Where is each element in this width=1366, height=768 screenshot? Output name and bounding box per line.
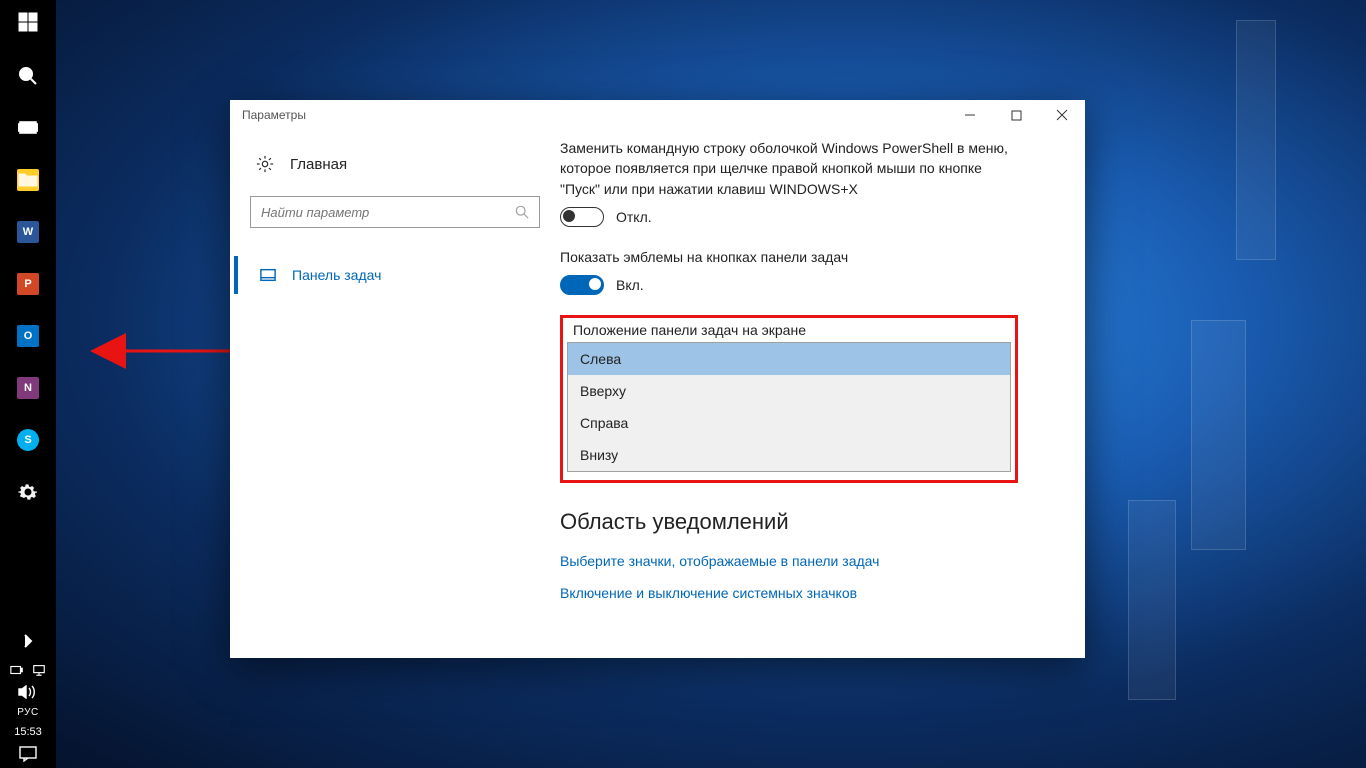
- nav-taskbar[interactable]: Панель задач: [234, 256, 540, 294]
- maximize-button[interactable]: [993, 100, 1039, 130]
- position-option-right[interactable]: Справа: [568, 407, 1010, 439]
- outlook-button[interactable]: O: [0, 316, 56, 356]
- notification-area-heading: Область уведомлений: [560, 509, 1053, 535]
- task-view-icon: [18, 118, 38, 138]
- highlight-box: Положение панели задач на экране Слева В…: [560, 315, 1018, 483]
- folder-icon: [17, 169, 39, 191]
- home-label: Главная: [290, 156, 347, 173]
- setting-badges-label: Показать эмблемы на кнопках панели задач: [560, 247, 1020, 267]
- close-icon: [1056, 109, 1068, 121]
- task-view-button[interactable]: [0, 108, 56, 148]
- settings-content: Заменить командную строку оболочкой Wind…: [560, 130, 1085, 658]
- toggle-powershell[interactable]: [560, 207, 604, 227]
- system-tray: РУС 15:53: [0, 655, 56, 768]
- skype-button[interactable]: S: [0, 420, 56, 460]
- word-button[interactable]: W: [0, 212, 56, 252]
- position-option-left[interactable]: Слева: [568, 343, 1010, 375]
- onenote-button[interactable]: N: [0, 368, 56, 408]
- search-icon: [18, 66, 38, 86]
- search-button[interactable]: [0, 56, 56, 96]
- windows-icon: [18, 12, 38, 32]
- outlook-icon: O: [17, 325, 39, 347]
- powerpoint-icon: P: [17, 273, 39, 295]
- desktop: W P O N S РУС: [0, 0, 1366, 768]
- settings-window: Параметры Глав: [230, 100, 1085, 658]
- position-option-bottom[interactable]: Внизу: [568, 439, 1010, 471]
- toggle-powershell-state: Откл.: [616, 209, 652, 225]
- settings-sidebar: Главная Панель задач: [230, 130, 560, 658]
- word-icon: W: [17, 221, 39, 243]
- position-label: Положение панели задач на экране: [567, 322, 1011, 342]
- clock[interactable]: 15:53: [14, 726, 42, 738]
- light-beam: [1128, 500, 1176, 700]
- onenote-icon: N: [17, 377, 39, 399]
- link-system-icons[interactable]: Включение и выключение системных значков: [560, 585, 1053, 601]
- powerpoint-button[interactable]: P: [0, 264, 56, 304]
- start-button[interactable]: [0, 0, 56, 44]
- maximize-icon: [1011, 110, 1022, 121]
- settings-app-button[interactable]: [0, 472, 56, 512]
- titlebar[interactable]: Параметры: [230, 100, 1085, 130]
- volume-icon[interactable]: [18, 685, 38, 699]
- chevron-right-icon: [18, 631, 38, 651]
- setting-powershell: Заменить командную строку оболочкой Wind…: [560, 138, 1020, 227]
- close-button[interactable]: [1039, 100, 1085, 130]
- search-box[interactable]: [250, 196, 540, 228]
- search-icon: [515, 205, 529, 219]
- light-beam: [1236, 20, 1276, 260]
- minimize-icon: [964, 109, 976, 121]
- skype-icon: S: [17, 429, 39, 451]
- light-beam: [1191, 320, 1246, 550]
- nav-taskbar-label: Панель задач: [292, 267, 381, 283]
- search-input[interactable]: [261, 205, 515, 220]
- window-title: Параметры: [242, 108, 306, 122]
- position-listbox[interactable]: Слева Вверху Справа Внизу: [567, 342, 1011, 472]
- file-explorer-button[interactable]: [0, 160, 56, 200]
- gear-icon: [18, 482, 38, 502]
- minimize-button[interactable]: [947, 100, 993, 130]
- taskbar-icon: [260, 268, 276, 282]
- language-indicator[interactable]: РУС: [17, 707, 39, 718]
- position-option-top[interactable]: Вверху: [568, 375, 1010, 407]
- link-select-icons[interactable]: Выберите значки, отображаемые в панели з…: [560, 553, 1053, 569]
- setting-badges: Показать эмблемы на кнопках панели задач…: [560, 247, 1020, 295]
- toggle-badges-state: Вкл.: [616, 277, 644, 293]
- tray-overflow-button[interactable]: [0, 627, 56, 655]
- gear-icon: [256, 155, 274, 173]
- toggle-badges[interactable]: [560, 275, 604, 295]
- home-button[interactable]: Главная: [250, 144, 540, 184]
- network-icon[interactable]: [32, 663, 46, 677]
- setting-powershell-label: Заменить командную строку оболочкой Wind…: [560, 138, 1020, 199]
- battery-icon[interactable]: [10, 663, 24, 677]
- taskbar: W P O N S РУС: [0, 0, 56, 768]
- action-center-icon[interactable]: [19, 746, 37, 762]
